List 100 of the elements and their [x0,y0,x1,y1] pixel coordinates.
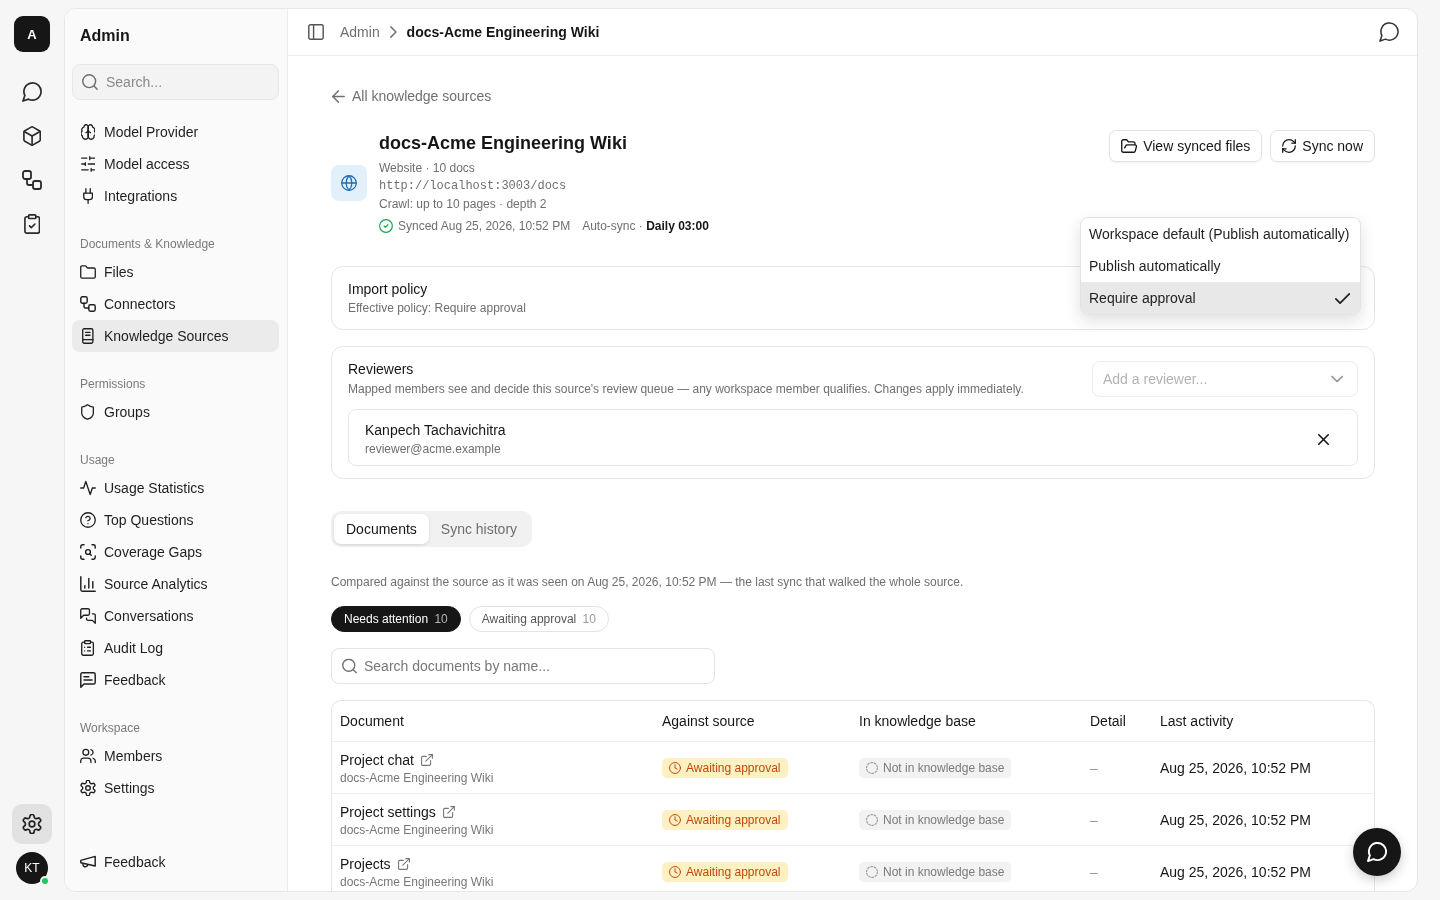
chat-icon [1367,842,1387,862]
bar-chart-icon [80,576,96,592]
user-avatar[interactable]: KT [16,852,48,884]
search-field[interactable]: Search... [72,64,279,100]
sidebar-title: Admin [79,26,131,46]
chat-icon[interactable] [1379,22,1399,42]
menu-option[interactable]: Publish automatically [1081,250,1360,282]
workspace-button[interactable]: A [14,16,50,52]
menu-option[interactable]: Workspace default (Publish automatically) [1081,218,1360,250]
sidebar-item[interactable]: Source Analytics [72,568,279,600]
dashed-circle-icon [866,761,878,774]
clock-icon [669,865,681,878]
sidebar-item[interactable]: Connectors [72,288,279,320]
document-source: docs-Acme Engineering Wiki [340,873,494,890]
crawl-settings: Crawl: up to 10 pages · depth 2 [379,196,547,213]
sliders-icon [80,156,96,172]
sidebar-item[interactable]: Coverage Gaps [72,536,279,568]
detail-text: – [1090,811,1098,828]
sidebar-item[interactable]: Conversations [72,600,279,632]
sidebar-item[interactable]: Audit Log [72,632,279,664]
close-icon [1317,433,1329,445]
column-header: In knowledge base [859,713,976,729]
sidebar-item[interactable]: Knowledge Sources [72,320,279,352]
sidebar-item[interactable]: Settings [72,772,279,804]
external-link-icon[interactable] [442,805,455,818]
auto-sync-schedule: Auto-sync · Daily 03:00 [582,218,709,235]
chat-button[interactable] [1353,828,1401,876]
document-search-field[interactable]: Search documents by name... [331,648,715,684]
menu-option[interactable]: Require approval [1081,282,1360,314]
last-activity-text: Aug 25, 2026, 10:52 PM [1160,759,1311,776]
globe-icon [331,164,367,201]
sidebar-item[interactable]: Integrations [72,180,279,212]
action-button[interactable]: Sync now [1270,130,1375,162]
reviewer-select[interactable]: Add a reviewer... [1092,360,1358,397]
sidebar-item[interactable]: Members [72,740,279,772]
status-text: Awaiting approval [686,864,781,879]
sidebar-item[interactable]: Groups [72,396,279,428]
users-icon [80,748,96,764]
document-source: docs-Acme Engineering Wiki [340,769,494,786]
sync-status: Synced Aug 25, 2026, 10:52 PM [398,218,571,235]
sidebar-item[interactable]: Usage Statistics [72,472,279,504]
chat-icon [22,82,42,102]
notebook-icon [82,328,94,344]
status-text: Awaiting approval [686,812,781,827]
tab[interactable]: Sync history [428,514,530,544]
clipboard-list-icon [81,640,95,656]
search-icon [342,658,357,674]
breadcrumb-current: docs-Acme Engineering Wiki [406,24,600,40]
comparison-note: Compared against the source as it was seen on Aug 25, 2026, 10:52 PM — the last sync that walked the whole source. [331,574,964,591]
shield-icon [81,404,95,420]
breadcrumb-link[interactable]: Admin [340,24,380,40]
document-name: Project settings [340,802,436,822]
chat-bubbles-icon [80,608,96,624]
check-icon [1334,292,1350,304]
filter-chip[interactable]: Needs attention 10 [331,606,461,632]
source-meta: Website · 10 docs [379,160,475,177]
search-icon [82,74,98,90]
column-header: Document [340,713,404,729]
back-link[interactable]: All knowledge sources [331,86,492,106]
sidebar-item[interactable]: Feedback [72,664,279,696]
settings-icon [80,780,96,796]
plug-icon [82,188,94,204]
card-title: Import policy [348,280,428,299]
external-link-icon[interactable] [420,753,433,766]
sidebar-item[interactable]: Files [72,256,279,288]
section-heading: Workspace [79,720,141,736]
pulse-icon [80,480,96,496]
clock-icon [669,813,681,826]
filter-chip[interactable]: Awaiting approval 10 [468,606,609,632]
sidebar-item[interactable]: Feedback [72,846,279,878]
card-description: Mapped members see and decide this source's review queue — any workspace member qualifies. Changes apply immediately. [348,381,1024,398]
chevron-right-icon [389,26,397,38]
card-description: Effective policy: Require approval [348,300,526,317]
section-heading: Usage [79,452,116,468]
action-button[interactable]: View synced files [1108,130,1263,162]
status-text: Awaiting approval [686,760,781,775]
megaphone-icon [80,854,96,870]
source-title: docs-Acme Engineering Wiki [379,132,627,155]
settings-button[interactable] [12,804,52,844]
sidebar-item[interactable]: Model Provider [72,116,279,148]
settings-icon [22,814,42,834]
detail-text: – [1090,759,1098,776]
question-icon [80,512,96,528]
brain-icon [80,124,96,140]
external-link-icon[interactable] [397,857,410,870]
status-text: Not in knowledge base [883,760,1005,775]
sidebar-item[interactable]: Top Questions [72,504,279,536]
section-heading: Permissions [79,376,147,392]
last-activity-text: Aug 25, 2026, 10:52 PM [1160,863,1311,880]
clipboard-check-icon [23,214,41,234]
tab[interactable]: Documents [334,514,429,544]
cube-icon [22,126,42,146]
sidebar-toggle-icon[interactable] [308,24,324,40]
dashed-circle-icon [866,813,878,826]
folder-icon [80,264,96,280]
document-name: Projects [340,854,391,874]
sidebar-item[interactable]: Model access [72,148,279,180]
clock-icon [669,761,681,774]
status-text: Not in knowledge base [883,864,1005,879]
column-header: Last activity [1160,713,1234,729]
